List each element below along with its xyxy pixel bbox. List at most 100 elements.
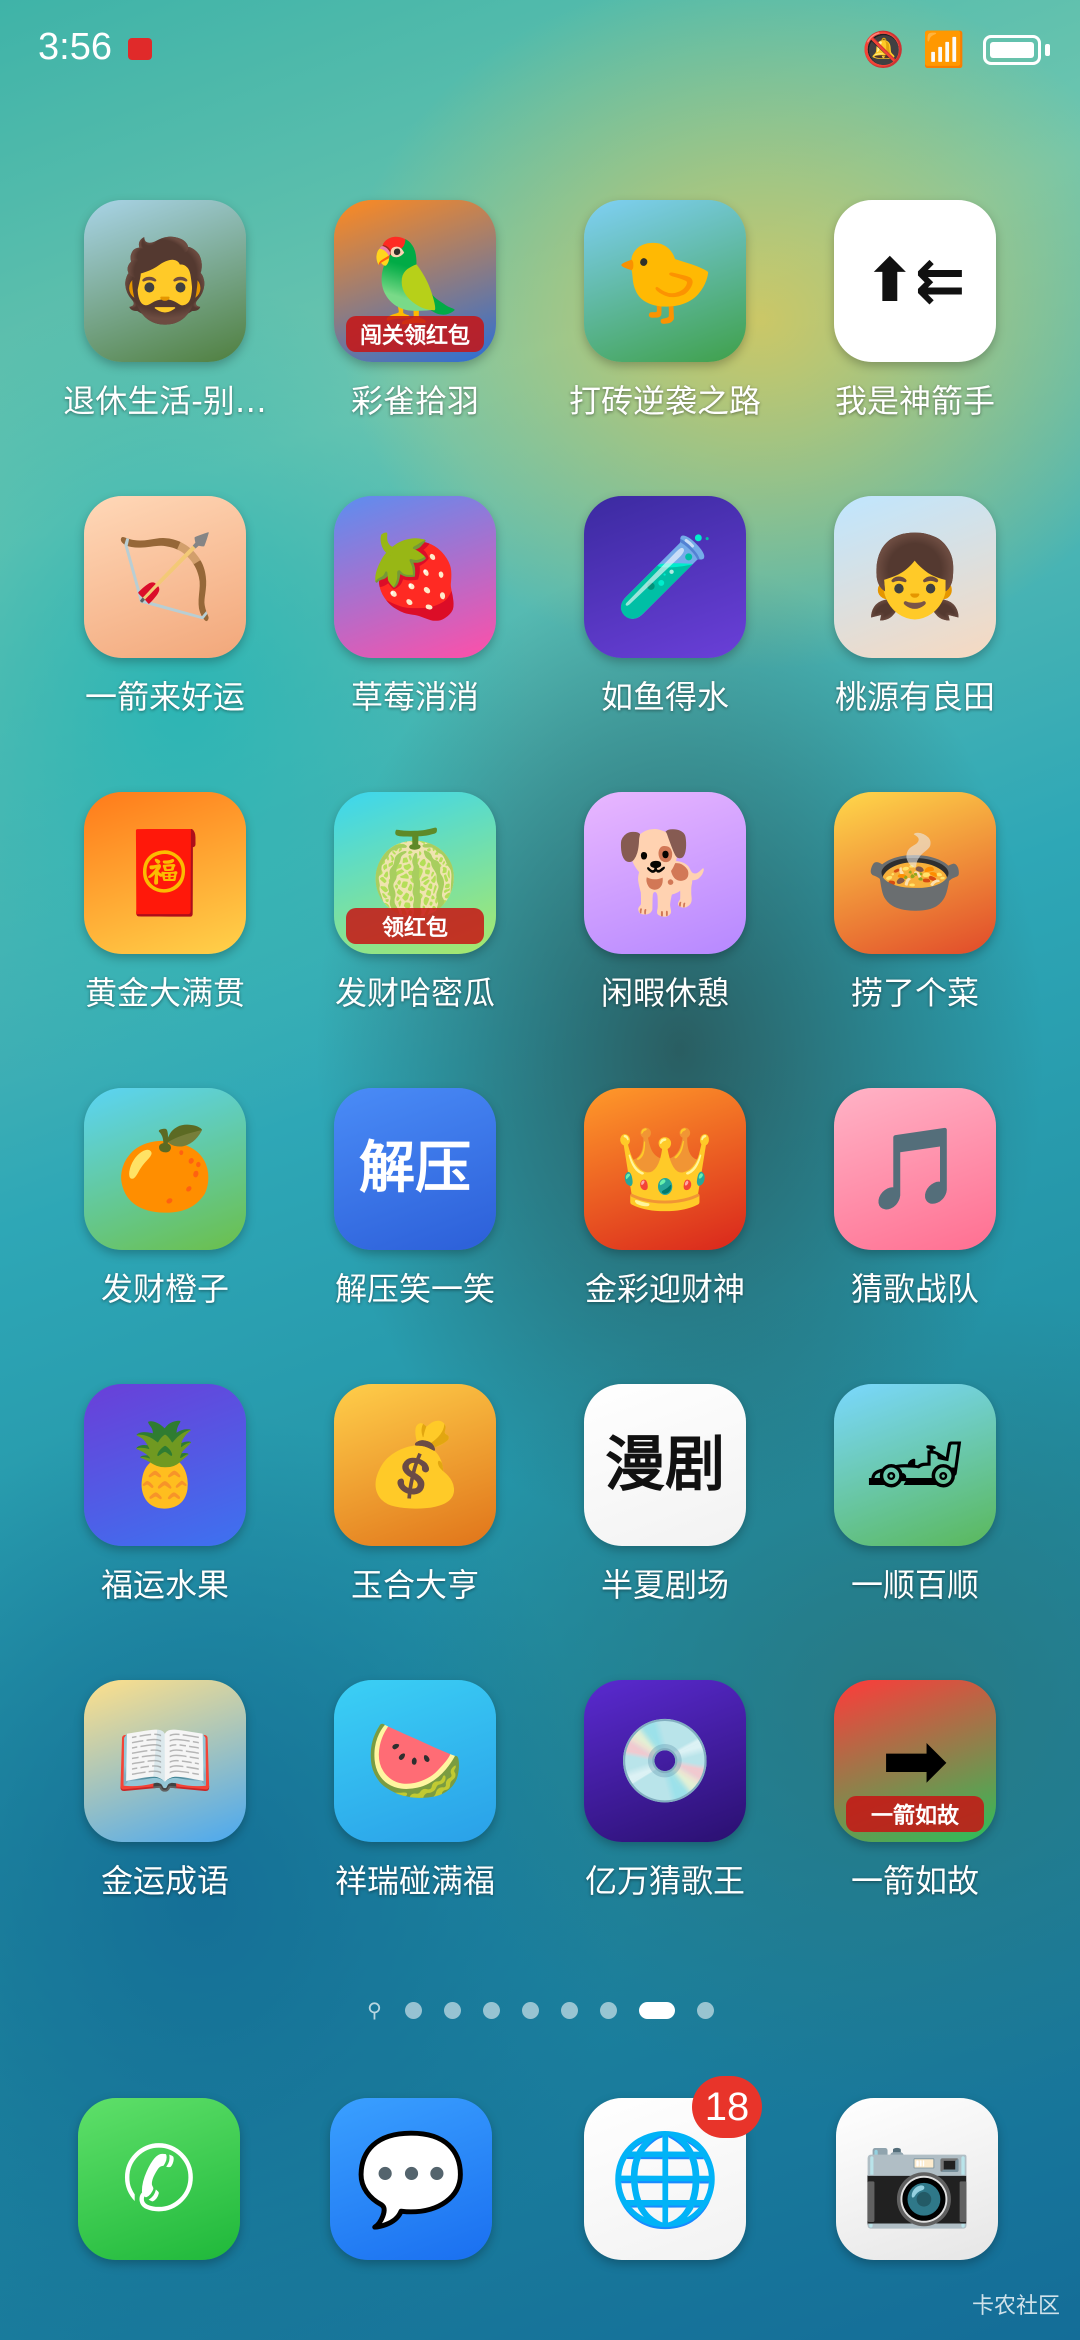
app-label: 黄金大满贯 [84,974,245,1012]
app-label: 解压笑一笑 [334,1270,495,1308]
fruits-icon-glyph: 🍍 [115,1418,215,1511]
page-dot[interactable] [483,2001,500,2019]
app-comic-drama[interactable]: 漫剧 半夏剧场 [540,1384,790,1606]
watermelon-persimmon-icon-glyph: 🍉 [365,1714,465,1807]
app-red-car[interactable]: 🏎 一顺百顺 [790,1384,1040,1606]
app-label: 打砖逆袭之路 [568,382,761,420]
page-indicator[interactable]: ⚲ [0,2000,1080,2020]
app-green-arrow[interactable]: ➡ 一箭如故 一箭如故 [790,1680,1040,1902]
dock-phone[interactable]: ✆ [78,2098,240,2260]
app-watermelon-persimmon[interactable]: 🍉 祥瑞碰满福 [290,1680,540,1902]
orange-icon-glyph: 🍊 [115,1122,215,1215]
app-label: 闲暇休憩 [600,974,729,1012]
comic-drama-icon[interactable]: 漫剧 [584,1384,746,1546]
music-disc-icon[interactable]: 💿 [584,1680,746,1842]
app-label: 祥瑞碰满福 [334,1862,495,1900]
clock: 3:56 [38,26,112,68]
watermark: 卡农社区 [971,2294,1060,2319]
green-arrow-icon[interactable]: ➡ 一箭如故 [834,1680,996,1842]
app-shiba-dog[interactable]: 🐕 闲暇休憩 [540,792,790,1014]
test-tubes-icon[interactable]: 🧪 [584,496,746,658]
app-scholar-boy[interactable]: 📖 金运成语 [40,1680,290,1902]
status-icons: 🔕 📶 [862,30,1050,70]
hotpot-icon[interactable]: 🍲 [834,792,996,954]
dock-browser[interactable]: 🌐 18 [584,2076,762,2260]
app-rich-man[interactable]: 💰 玉合大亨 [290,1384,540,1606]
camera-icon: 📷 [860,2127,974,2232]
app-label: 金彩迎财神 [584,1270,745,1308]
watermelon-persimmon-icon[interactable]: 🍉 [334,1680,496,1842]
scholar-boy-icon-glyph: 📖 [115,1714,215,1807]
wifi-icon: 📶 [922,30,965,70]
app-laugh-text[interactable]: 解压 解压笑一笑 [290,1088,540,1310]
page-dot[interactable] [522,2001,539,2019]
person-car-icon[interactable]: 🧔 [84,200,246,362]
fruits-icon[interactable]: 🍍 [84,1384,246,1546]
laugh-text-icon[interactable]: 解压 [334,1088,496,1250]
page-dot[interactable] [697,2001,714,2019]
app-red-arrow[interactable]: 🏹 一箭来好运 [40,496,290,718]
app-label: 发财哈密瓜 [334,974,495,1012]
status-bar: 3:56 🔕 📶 [0,0,1080,100]
battery-tip [1045,44,1050,56]
app-god-of-wealth[interactable]: 🧧 黄金大满贯 [40,792,290,1014]
app-label: 捞了个菜 [850,974,979,1012]
page-dot[interactable] [561,2001,578,2019]
app-orange[interactable]: 🍊 发财橙子 [40,1088,290,1310]
app-test-tubes[interactable]: 🧪 如鱼得水 [540,496,790,718]
god-of-wealth-icon[interactable]: 🧧 [84,792,246,954]
yellow-ball-icon[interactable]: 🐤 [584,200,746,362]
mute-icon: 🔕 [862,30,905,70]
page-dot[interactable] [600,2001,617,2019]
app-melon[interactable]: 🍈 领红包发财哈密瓜 [290,792,540,1014]
app-music-disc[interactable]: 💿 亿万猜歌王 [540,1680,790,1902]
app-parrot[interactable]: 🦜 闯关领红包 彩雀拾羽 [290,200,540,422]
app-label: 亿万猜歌王 [584,1862,745,1900]
red-arrow-icon-glyph: 🏹 [115,530,215,623]
app-label: 如鱼得水 [600,678,729,716]
dock-messages[interactable]: 💬 [330,2098,492,2260]
page-dot[interactable] [639,2001,675,2019]
huawei-notification-icon [128,38,152,60]
app-fruits[interactable]: 🍍 福运水果 [40,1384,290,1606]
page-dot[interactable] [444,2001,461,2019]
app-yellow-ball[interactable]: 🐤 打砖逆袭之路 [540,200,790,422]
shiba-dog-icon[interactable]: 🐕 [584,792,746,954]
app-label: 猜歌战队 [850,1270,979,1308]
scholar-boy-icon[interactable]: 📖 [84,1680,246,1842]
girl-icon[interactable]: 👧 [834,496,996,658]
globe-icon: 🌐 [608,2127,722,2232]
parrot-icon[interactable]: 🦜 闯关领红包 [334,200,496,362]
app-hotpot[interactable]: 🍲 捞了个菜 [790,792,1040,1014]
app-girl[interactable]: 👧 桃源有良田 [790,496,1040,718]
music-flower-icon[interactable]: 🎵 [834,1088,996,1250]
dock: ✆ 💬 🌐 18 📷 [0,2076,1080,2260]
arrows-icon[interactable]: ⬆⇇ [834,200,996,362]
red-arrow-icon[interactable]: 🏹 [84,496,246,658]
wealth-god-gold-icon-glyph: 👑 [615,1122,715,1215]
app-label: 一箭来好运 [84,678,245,716]
app-label: 一顺百顺 [850,1566,979,1604]
app-label: 金运成语 [100,1862,229,1900]
search-dot-icon[interactable]: ⚲ [366,2000,383,2020]
dock-camera[interactable]: 📷 [836,2098,998,2260]
candy-icon[interactable]: 🍓 [334,496,496,658]
icon-tag: 领红包 [346,908,484,944]
orange-icon[interactable]: 🍊 [84,1088,246,1250]
page-dot[interactable] [405,2001,422,2019]
app-music-flower[interactable]: 🎵 猜歌战队 [790,1088,1040,1310]
app-label: 我是神箭手 [834,382,995,420]
app-candy[interactable]: 🍓 草莓消消 [290,496,540,718]
app-person-car[interactable]: 🧔 退休生活-别… [40,200,290,422]
wealth-god-gold-icon[interactable]: 👑 [584,1088,746,1250]
app-arrows[interactable]: ⬆⇇ 我是神箭手 [790,200,1040,422]
icon-tag: 一箭如故 [846,1796,984,1832]
rich-man-icon[interactable]: 💰 [334,1384,496,1546]
app-wealth-god-gold[interactable]: 👑 金彩迎财神 [540,1088,790,1310]
parrot-icon-glyph: 🦜 [365,234,465,327]
red-car-icon-glyph: 🏎 [864,1418,966,1511]
melon-icon[interactable]: 🍈 领红包 [334,792,496,954]
music-flower-icon-glyph: 🎵 [865,1122,965,1215]
red-car-icon[interactable]: 🏎 [834,1384,996,1546]
app-label: 发财橙子 [100,1270,229,1308]
